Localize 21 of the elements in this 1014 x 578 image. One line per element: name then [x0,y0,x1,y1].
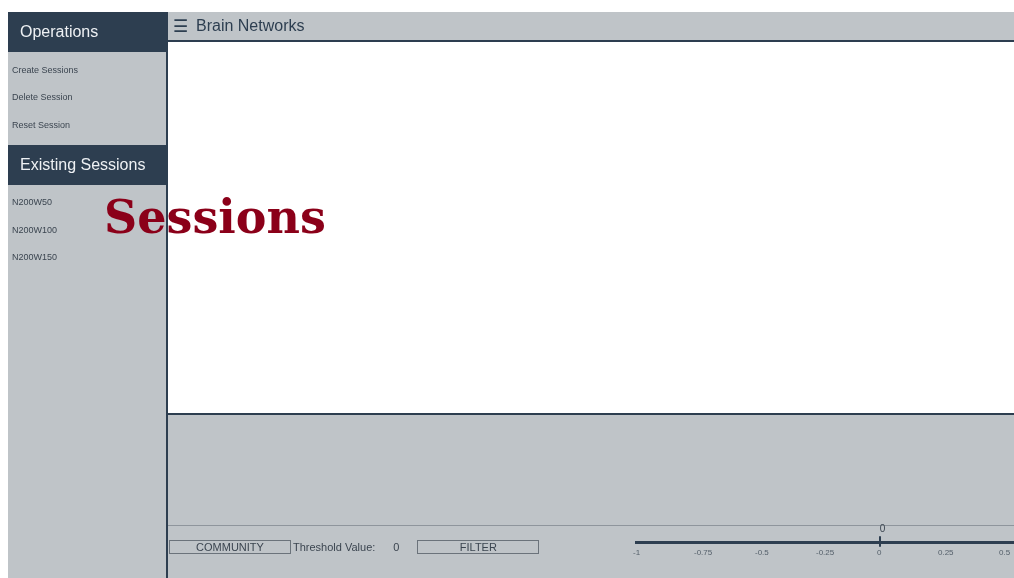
community-button[interactable]: COMMUNITY [169,540,291,554]
tick-label: -0.75 [694,548,713,557]
threshold-value: 0 [393,541,401,553]
sidebar-item[interactable]: Delete Session [8,83,166,111]
tick-label: -0.5 [755,548,769,557]
section-header: Existing Sessions [8,144,166,185]
filter-button[interactable]: FILTER [417,540,540,554]
tick-label: 0 [877,548,882,557]
tick-label: 0.25 [938,548,954,557]
threshold-label: Threshold Value: [293,541,376,553]
tick-label: -0.25 [816,548,835,557]
menu-icon[interactable]: ☰ [173,17,188,35]
header-title: Brain Networks [196,17,305,35]
sidebar-item[interactable]: N200W150 [8,243,166,271]
slider-value: 0 [879,523,886,534]
tick-label: -1 [633,548,641,557]
section-header: Operations [8,12,166,52]
sidebar-item[interactable]: Create Sessions [8,56,166,84]
slider-thumb[interactable] [878,536,881,547]
sidebar-item[interactable]: Reset Session [8,111,166,139]
tick-label: 0.5 [999,548,1011,557]
